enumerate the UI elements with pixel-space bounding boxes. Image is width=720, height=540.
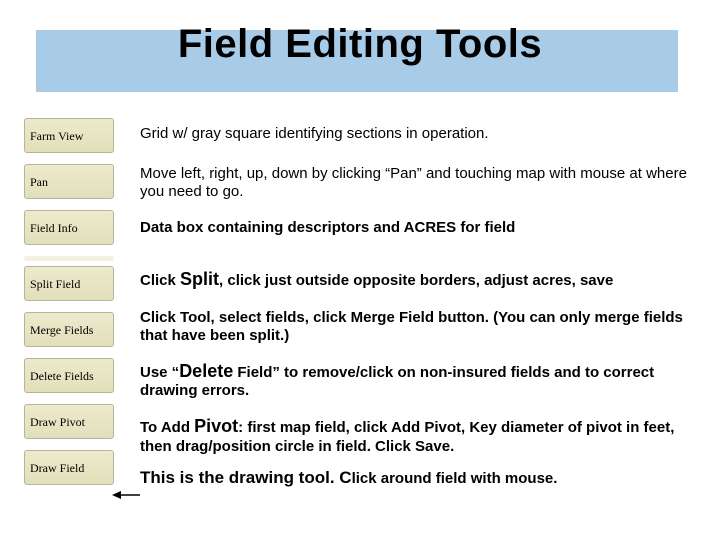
desc-pan: Move left, right, up, down by clicking “…: [140, 165, 700, 201]
text: , click just outside opposite borders, a…: [219, 272, 613, 289]
tool-label: Pan: [30, 175, 48, 189]
desc-pivot: To Add Pivot: first map field, click Add…: [140, 416, 700, 456]
toolbar-spacer: [24, 256, 114, 261]
text: Use “: [140, 364, 179, 381]
desc-merge: Click Tool, select fields, click Merge F…: [140, 309, 700, 345]
tool-label: Delete Fields: [30, 369, 94, 383]
tool-draw-pivot[interactable]: Draw Pivot: [24, 404, 114, 439]
text-emph: Delete: [179, 361, 233, 381]
toolbar: Farm View Pan Field Info Split Field Mer…: [24, 118, 114, 496]
tool-label: Farm View: [30, 129, 83, 143]
text: lick around field with mouse.: [352, 470, 558, 487]
page-title: Field Editing Tools: [0, 22, 720, 67]
tool-split-field[interactable]: Split Field: [24, 266, 114, 301]
tool-label: Field Info: [30, 221, 78, 235]
desc-draw-field: This is the drawing tool. Click around f…: [140, 468, 700, 488]
tool-label: Draw Pivot: [30, 415, 85, 429]
tool-field-info[interactable]: Field Info: [24, 210, 114, 245]
text-emph: Pivot: [194, 416, 238, 436]
text: To Add: [140, 419, 194, 436]
tool-pan[interactable]: Pan: [24, 164, 114, 199]
desc-delete: Use “Delete Field” to remove/click on no…: [140, 361, 700, 401]
tool-label: Split Field: [30, 277, 80, 291]
tool-delete-fields[interactable]: Delete Fields: [24, 358, 114, 393]
desc-farm-view: Grid w/ gray square identifying sections…: [140, 125, 700, 143]
tool-draw-field[interactable]: Draw Field: [24, 450, 114, 485]
tool-merge-fields[interactable]: Merge Fields: [24, 312, 114, 347]
desc-field-info: Data box containing descriptors and ACRE…: [140, 219, 700, 237]
tool-label: Merge Fields: [30, 323, 93, 337]
tool-label: Draw Field: [30, 461, 84, 475]
text: Click: [140, 272, 180, 289]
text-emph: Split: [180, 269, 219, 289]
text-emph: This is the drawing tool. C: [140, 468, 352, 487]
arrow-icon: [112, 488, 142, 502]
descriptions-column: Grid w/ gray square identifying sections…: [140, 125, 700, 503]
tool-farm-view[interactable]: Farm View: [24, 118, 114, 153]
desc-split: Click Split, click just outside opposite…: [140, 269, 700, 291]
